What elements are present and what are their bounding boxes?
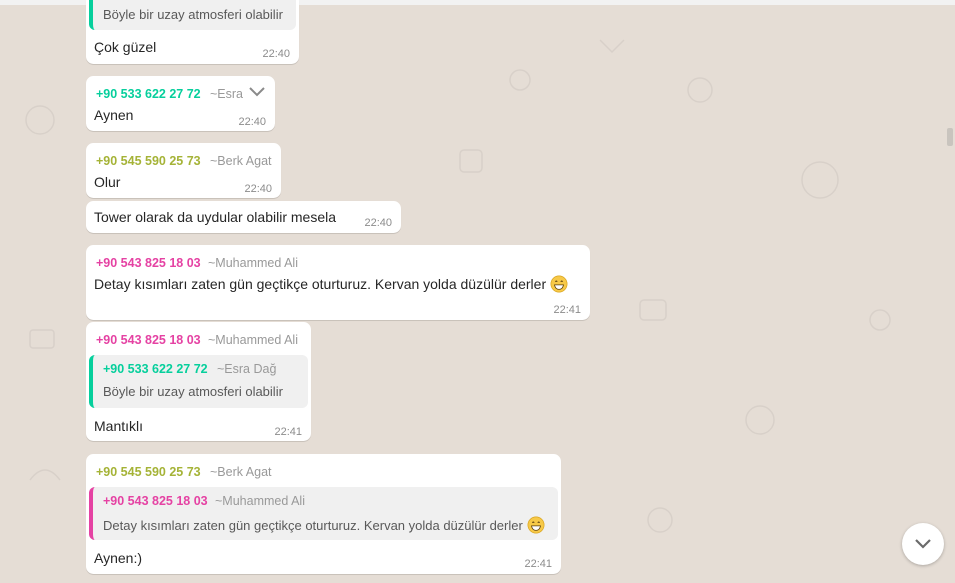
chevron-down-icon[interactable] [248,86,266,98]
quoted-message[interactable]: +90 533 622 27 72 ~Esra Dağ Böyle bir uz… [89,355,308,408]
message-time: 22:41 [524,558,552,570]
message-bubble[interactable]: +90 545 590 25 73 ~Berk Agat +90 543 825… [86,454,561,574]
sender-phone[interactable]: +90 545 590 25 73 [96,154,201,168]
message-time: 22:41 [553,304,581,316]
message-bubble[interactable]: +90 543 825 18 03 ~Muhammed Ali +90 533 … [86,322,311,441]
message-bubble[interactable]: +90 533 622 27 72 ~Esra Aynen 22:40 [86,76,275,131]
sender-alias: ~Esra [210,87,244,101]
message-time: 22:41 [274,426,302,438]
sender-phone[interactable]: +90 543 825 18 03 [96,333,201,347]
quoted-text: Detay kısımları zaten gün geçtikçe oturt… [103,518,523,533]
message-text: Aynen:) [94,550,142,566]
grinning-face-icon [550,275,568,293]
message-text: Detay kısımları zaten gün geçtikçe oturt… [94,276,547,292]
message-text: Çok güzel [94,39,157,55]
sender-phone[interactable]: +90 533 622 27 72 [96,87,201,101]
message-bubble[interactable]: +90 545 590 25 73 ~Berk Agat Olur 22:40 [86,143,281,198]
scroll-to-bottom-button[interactable] [902,523,944,565]
sender-alias: ~Berk Agat [210,465,272,479]
message-text: Mantıklı [94,418,144,434]
quoted-text-line: Detay kısımları zaten gün geçtikçe oturt… [103,516,545,534]
message-time: 22:40 [364,217,392,229]
quoted-message[interactable]: Böyle bir uzay atmosferi olabilir [89,0,296,30]
message-text-line: Detay kısımları zaten gün geçtikçe oturt… [94,275,568,293]
message-time: 22:40 [238,116,266,128]
message-text: Tower olarak da uydular olabilir mesela [94,209,337,225]
message-text: Aynen [94,107,134,123]
sender-phone[interactable]: +90 543 825 18 03 [96,256,201,270]
chevron-down-icon [915,539,931,549]
message-text: Olur [94,174,121,190]
sender-alias: ~Muhammed Ali [208,256,298,270]
message-time: 22:40 [262,48,290,60]
sender-alias: ~Berk Agat [210,154,272,168]
message-bubble[interactable]: Tower olarak da uydular olabilir mesela … [86,201,401,233]
quoted-text: Böyle bir uzay atmosferi olabilir [103,384,283,399]
message-bubble[interactable]: Böyle bir uzay atmosferi olabilir Çok gü… [86,0,299,64]
quoted-sender-alias: ~Muhammed Ali [215,494,305,508]
quoted-message[interactable]: +90 543 825 18 03 ~Muhammed Ali Detay kı… [89,487,558,540]
sender-phone[interactable]: +90 545 590 25 73 [96,465,201,479]
quoted-sender-phone: +90 533 622 27 72 [103,362,208,376]
message-time: 22:40 [244,183,272,195]
sender-alias: ~Muhammed Ali [208,333,298,347]
quoted-sender-phone: +90 543 825 18 03 [103,494,208,508]
grinning-face-icon [527,516,545,534]
quoted-text: Böyle bir uzay atmosferi olabilir [103,7,283,22]
message-bubble[interactable]: +90 543 825 18 03 ~Muhammed Ali Detay kı… [86,245,590,320]
quoted-sender-alias: ~Esra Dağ [217,362,277,376]
scrollbar-thumb[interactable] [947,128,953,146]
